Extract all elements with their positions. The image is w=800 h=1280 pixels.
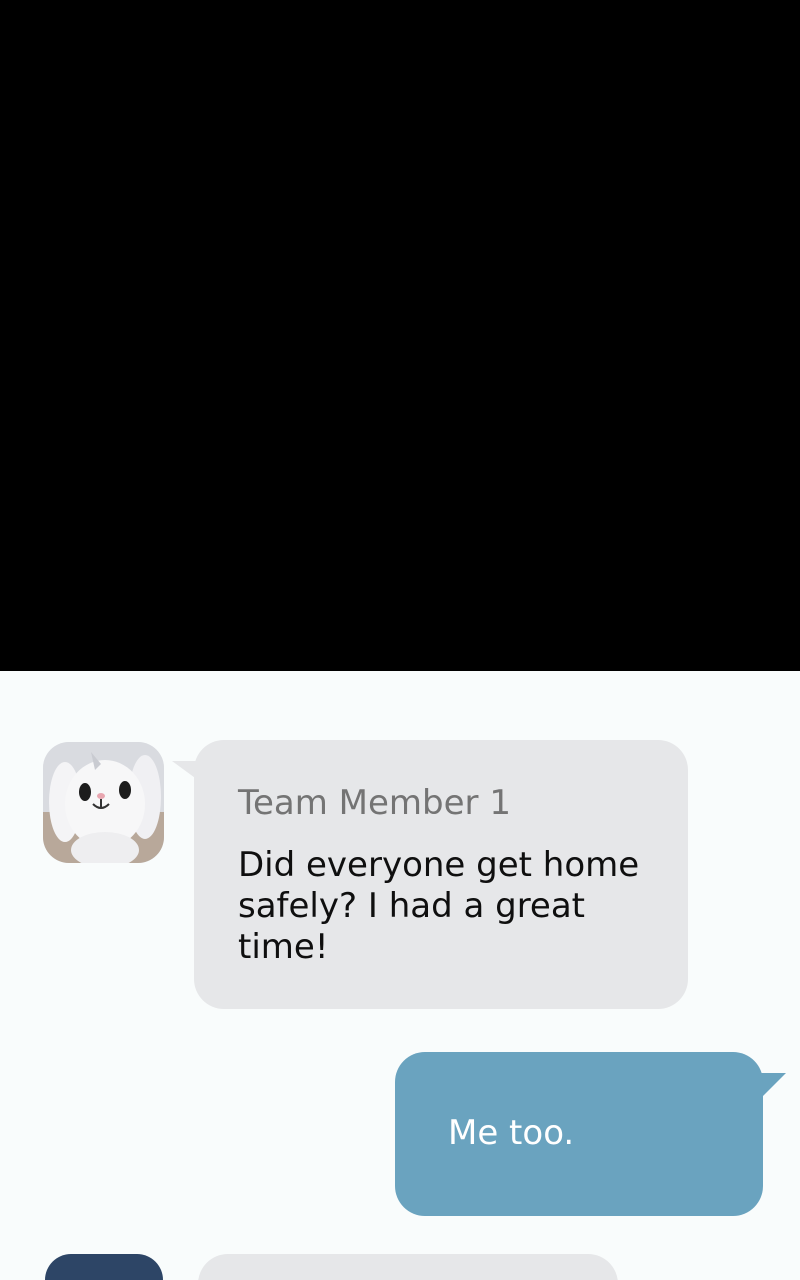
incoming-message-text: Did everyone get home safely? I had a gr…: [238, 845, 640, 967]
bunny-plush-avatar-icon[interactable]: [43, 742, 164, 863]
next-sender-avatar-icon[interactable]: [45, 1254, 163, 1280]
outgoing-bubble-tail: [760, 1073, 786, 1099]
outgoing-message-text: Me too.: [448, 1113, 575, 1153]
chat-screen: Team Member 1 Did everyone get home safe…: [0, 0, 800, 1280]
blank-black-panel: [0, 0, 800, 671]
next-incoming-message-bubble[interactable]: [198, 1254, 618, 1280]
avatar-bunny-image: [43, 742, 164, 863]
sender-name: Team Member 1: [238, 783, 511, 823]
